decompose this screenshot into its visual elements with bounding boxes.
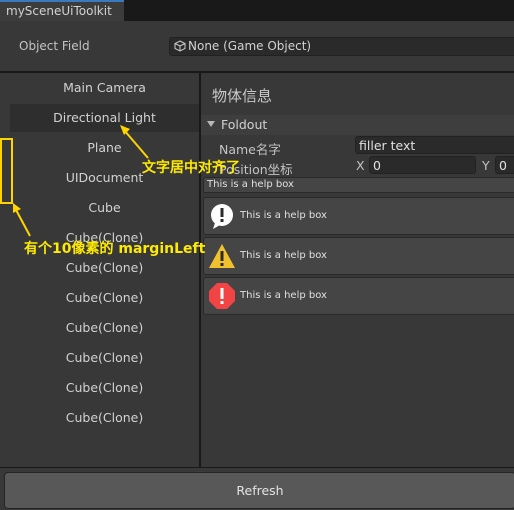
arrow-line-centered [123,129,149,159]
arrow-head-centered [120,125,130,135]
annotation-centered-text: 文字居中对齐了 [142,160,240,176]
annotation-margin-left: 有个10像素的 marginLeft [24,241,206,257]
arrow-line-margin [14,207,31,237]
